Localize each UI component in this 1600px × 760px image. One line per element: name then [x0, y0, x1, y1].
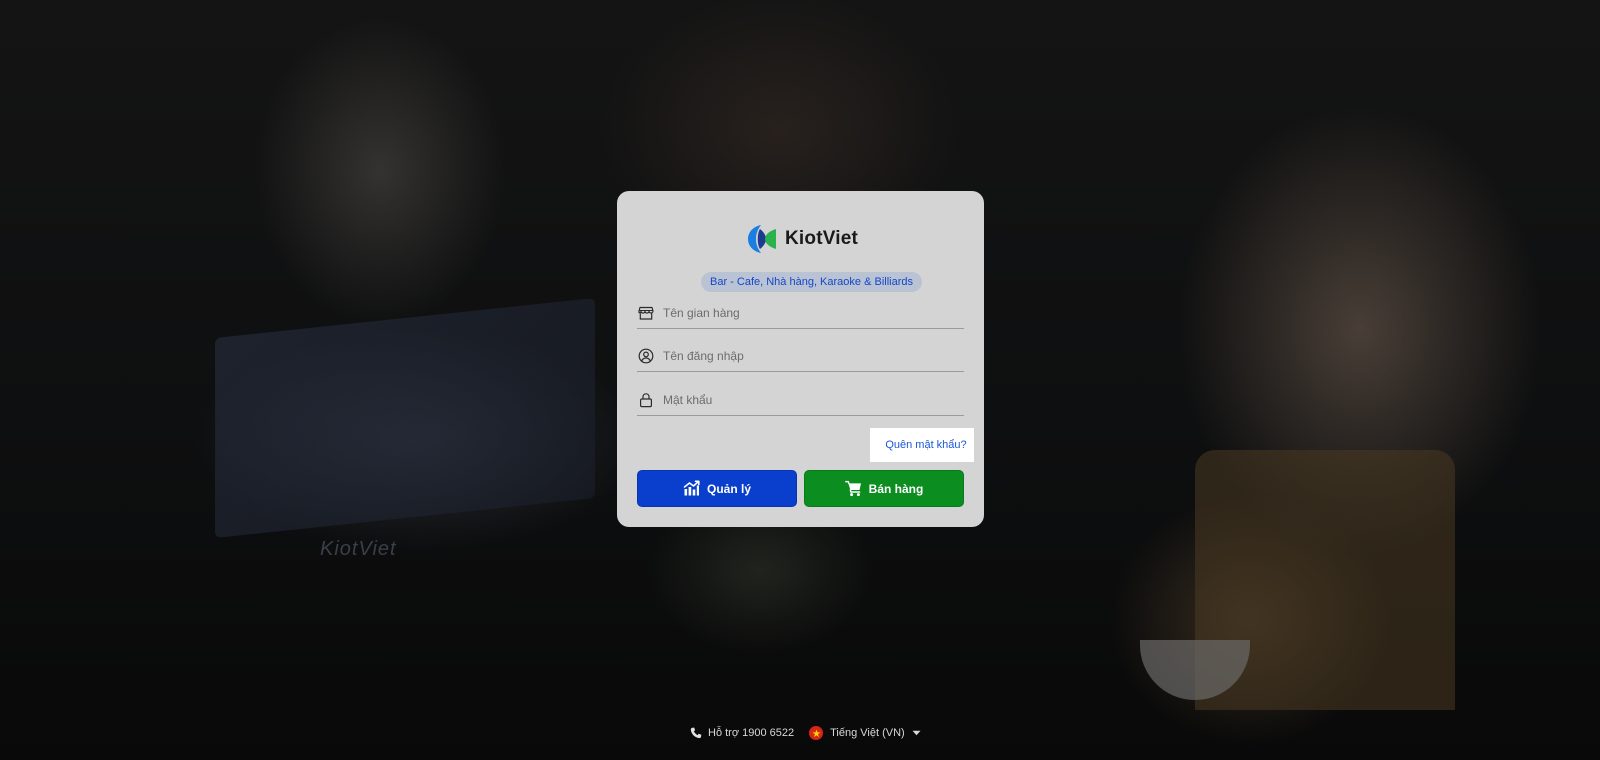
business-type-badge: Bar - Cafe, Nhà hàng, Karaoke & Billiard…	[701, 272, 922, 292]
support-hotline[interactable]: Hỗ trợ 1900 6522	[690, 727, 794, 739]
login-card: KiotViet Bar - Cafe, Nhà hàng, Karaoke &…	[617, 191, 984, 527]
store-icon	[638, 306, 654, 320]
brand-name: KiotViet	[785, 228, 859, 249]
caret-down-icon	[912, 730, 921, 736]
phone-icon	[690, 727, 702, 739]
lock-icon	[639, 393, 653, 408]
language-selector[interactable]: Tiếng Việt (VN)	[809, 726, 921, 740]
background-tablet	[215, 298, 595, 538]
password-input[interactable]	[663, 393, 943, 407]
manage-button[interactable]: Quản lý	[637, 470, 797, 507]
vietnam-flag-icon	[809, 726, 824, 740]
support-text: Hỗ trợ 1900 6522	[708, 727, 795, 739]
username-input[interactable]	[663, 349, 943, 363]
sell-button[interactable]: Bán hàng	[804, 470, 964, 507]
user-circle-icon	[638, 348, 654, 364]
brand-logo: KiotViet	[747, 224, 858, 254]
store-name-input[interactable]	[663, 306, 943, 320]
username-field[interactable]	[637, 341, 964, 372]
chart-icon	[683, 480, 700, 496]
sell-button-label: Bán hàng	[868, 481, 924, 496]
store-name-field[interactable]	[637, 298, 964, 329]
forgot-password-link[interactable]: Quên mật khẩu?	[870, 428, 974, 462]
password-field[interactable]	[637, 385, 964, 416]
language-label: Tiếng Việt (VN)	[830, 727, 905, 739]
background-watermark: KiotViet	[320, 538, 397, 560]
kiotviet-logo-icon	[748, 225, 776, 253]
cart-icon	[844, 480, 861, 497]
manage-button-label: Quản lý	[706, 481, 751, 496]
footer-bar: Hỗ trợ 1900 6522 Tiếng Việt (VN)	[690, 725, 921, 741]
